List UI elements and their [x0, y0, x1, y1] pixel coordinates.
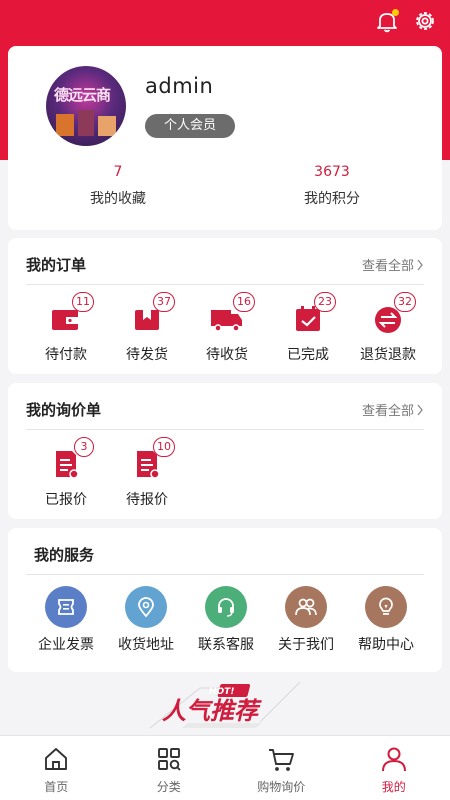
service-item-label: 企业发票	[38, 637, 94, 653]
cart-icon	[269, 749, 295, 771]
avatar[interactable]: 德远云商	[46, 66, 126, 146]
exchange-icon: 32	[368, 292, 416, 338]
favorites-count: 7	[113, 164, 123, 180]
lightbulb-icon	[365, 586, 407, 628]
user-icon	[381, 747, 406, 772]
tab-label: 首页	[44, 780, 69, 794]
service-item-label: 关于我们	[278, 637, 334, 653]
inquiry-item-label: 已报价	[45, 492, 87, 508]
package-icon: 37	[127, 292, 175, 338]
order-item-refund[interactable]: 32 退货退款	[348, 292, 428, 364]
order-item-completed[interactable]: 23 已完成	[268, 292, 348, 364]
orders-card: 我的订单 查看全部 11 待付款 37 待发货 16 待收货 23 已完成 32…	[8, 238, 442, 374]
orders-view-all-link[interactable]: 查看全部	[362, 255, 424, 274]
service-item-invoice[interactable]: 企业发票	[26, 586, 106, 654]
invoice-icon	[45, 586, 87, 628]
inquiries-card: 我的询价单 查看全部 3 已报价 10 待报价	[8, 383, 442, 519]
inquiries-title: 我的询价单	[26, 401, 102, 419]
order-item-label: 待收货	[206, 347, 248, 363]
order-item-label: 待发货	[126, 347, 168, 363]
location-pin-icon	[125, 586, 167, 628]
inquiry-item-quoted[interactable]: 3 已报价	[26, 437, 106, 509]
avatar-logo-text: 德远云商	[54, 86, 111, 104]
order-item-label: 退货退款	[360, 347, 416, 363]
orders-title: 我的订单	[26, 256, 87, 274]
username: admin	[145, 74, 214, 98]
points-label: 我的积分	[304, 191, 360, 207]
count-badge: 23	[314, 292, 336, 312]
document-icon: 3	[46, 437, 94, 483]
count-badge: 16	[233, 292, 255, 312]
service-item-about-us[interactable]: 关于我们	[266, 586, 346, 654]
tab-home[interactable]: 首页	[0, 736, 113, 800]
notification-bell-icon[interactable]	[374, 8, 400, 34]
tab-shopping-inquiry[interactable]: 购物询价	[225, 736, 338, 800]
service-item-address[interactable]: 收货地址	[106, 586, 186, 654]
tab-mine[interactable]: 我的	[338, 736, 450, 800]
points-count: 3673	[314, 164, 350, 180]
inquiry-item-pending-quote[interactable]: 10 待报价	[107, 437, 187, 509]
order-item-label: 待付款	[45, 347, 87, 363]
settings-gear-icon[interactable]	[412, 8, 438, 34]
divider	[26, 429, 424, 430]
service-item-customer-service[interactable]: 联系客服	[186, 586, 266, 654]
points-stat[interactable]: 3673 我的积分	[252, 164, 412, 208]
count-badge: 3	[74, 437, 94, 457]
service-item-help-center[interactable]: 帮助中心	[346, 586, 426, 654]
wallet-icon: 11	[46, 292, 94, 338]
top-actions	[374, 8, 438, 34]
inquiry-item-label: 待报价	[126, 492, 168, 508]
order-item-pending-receipt[interactable]: 16 待收货	[187, 292, 267, 364]
hot-banner-text: 人气推荐	[162, 697, 262, 725]
count-badge: 37	[153, 292, 175, 312]
divider	[26, 284, 424, 285]
order-item-label: 已完成	[287, 347, 329, 363]
tab-label: 购物询价	[257, 780, 306, 794]
tab-label: 我的	[381, 780, 406, 794]
tab-category[interactable]: 分类	[113, 736, 226, 800]
popular-recommendation-banner: HOT! 人气推荐	[0, 678, 450, 734]
service-item-label: 收货地址	[118, 637, 174, 653]
home-icon	[45, 748, 68, 770]
service-item-label: 帮助中心	[358, 637, 414, 653]
bottom-tab-bar: 首页 分类 购物询价 我的	[0, 735, 450, 800]
hot-tag-text: HOT!	[209, 687, 234, 697]
category-icon	[157, 748, 181, 771]
notification-dot	[392, 9, 399, 16]
checklist-icon: 23	[288, 292, 336, 338]
divider	[26, 574, 424, 575]
services-card: 我的服务 企业发票 收货地址 联系客服 关于我们 帮助中心	[8, 528, 442, 672]
avatar-decoration	[78, 110, 94, 136]
document-icon: 10	[127, 437, 175, 483]
count-badge: 32	[394, 292, 416, 312]
headset-icon	[205, 586, 247, 628]
profile-card: 德远云商 admin 个人会员 7 我的收藏 3673 我的积分	[8, 46, 442, 230]
avatar-decoration	[56, 114, 74, 136]
view-all-label: 查看全部	[361, 404, 414, 419]
favorites-label: 我的收藏	[90, 191, 146, 207]
tab-label: 分类	[156, 780, 181, 794]
avatar-decoration	[98, 116, 116, 136]
order-item-pending-payment[interactable]: 11 待付款	[26, 292, 106, 364]
truck-icon: 16	[207, 292, 255, 338]
service-item-label: 联系客服	[198, 637, 254, 653]
count-badge: 11	[72, 292, 94, 312]
chevron-right-icon	[417, 404, 423, 415]
member-level-badge: 个人会员	[145, 114, 235, 138]
count-badge: 10	[153, 437, 175, 457]
order-item-pending-shipment[interactable]: 37 待发货	[107, 292, 187, 364]
services-title: 我的服务	[34, 546, 95, 564]
view-all-label: 查看全部	[361, 259, 414, 274]
inquiries-view-all-link[interactable]: 查看全部	[362, 400, 424, 419]
favorites-stat[interactable]: 7 我的收藏	[38, 164, 198, 208]
hot-banner-graphic: HOT! 人气推荐	[149, 681, 301, 729]
chevron-right-icon	[417, 259, 423, 270]
people-icon	[285, 586, 327, 628]
